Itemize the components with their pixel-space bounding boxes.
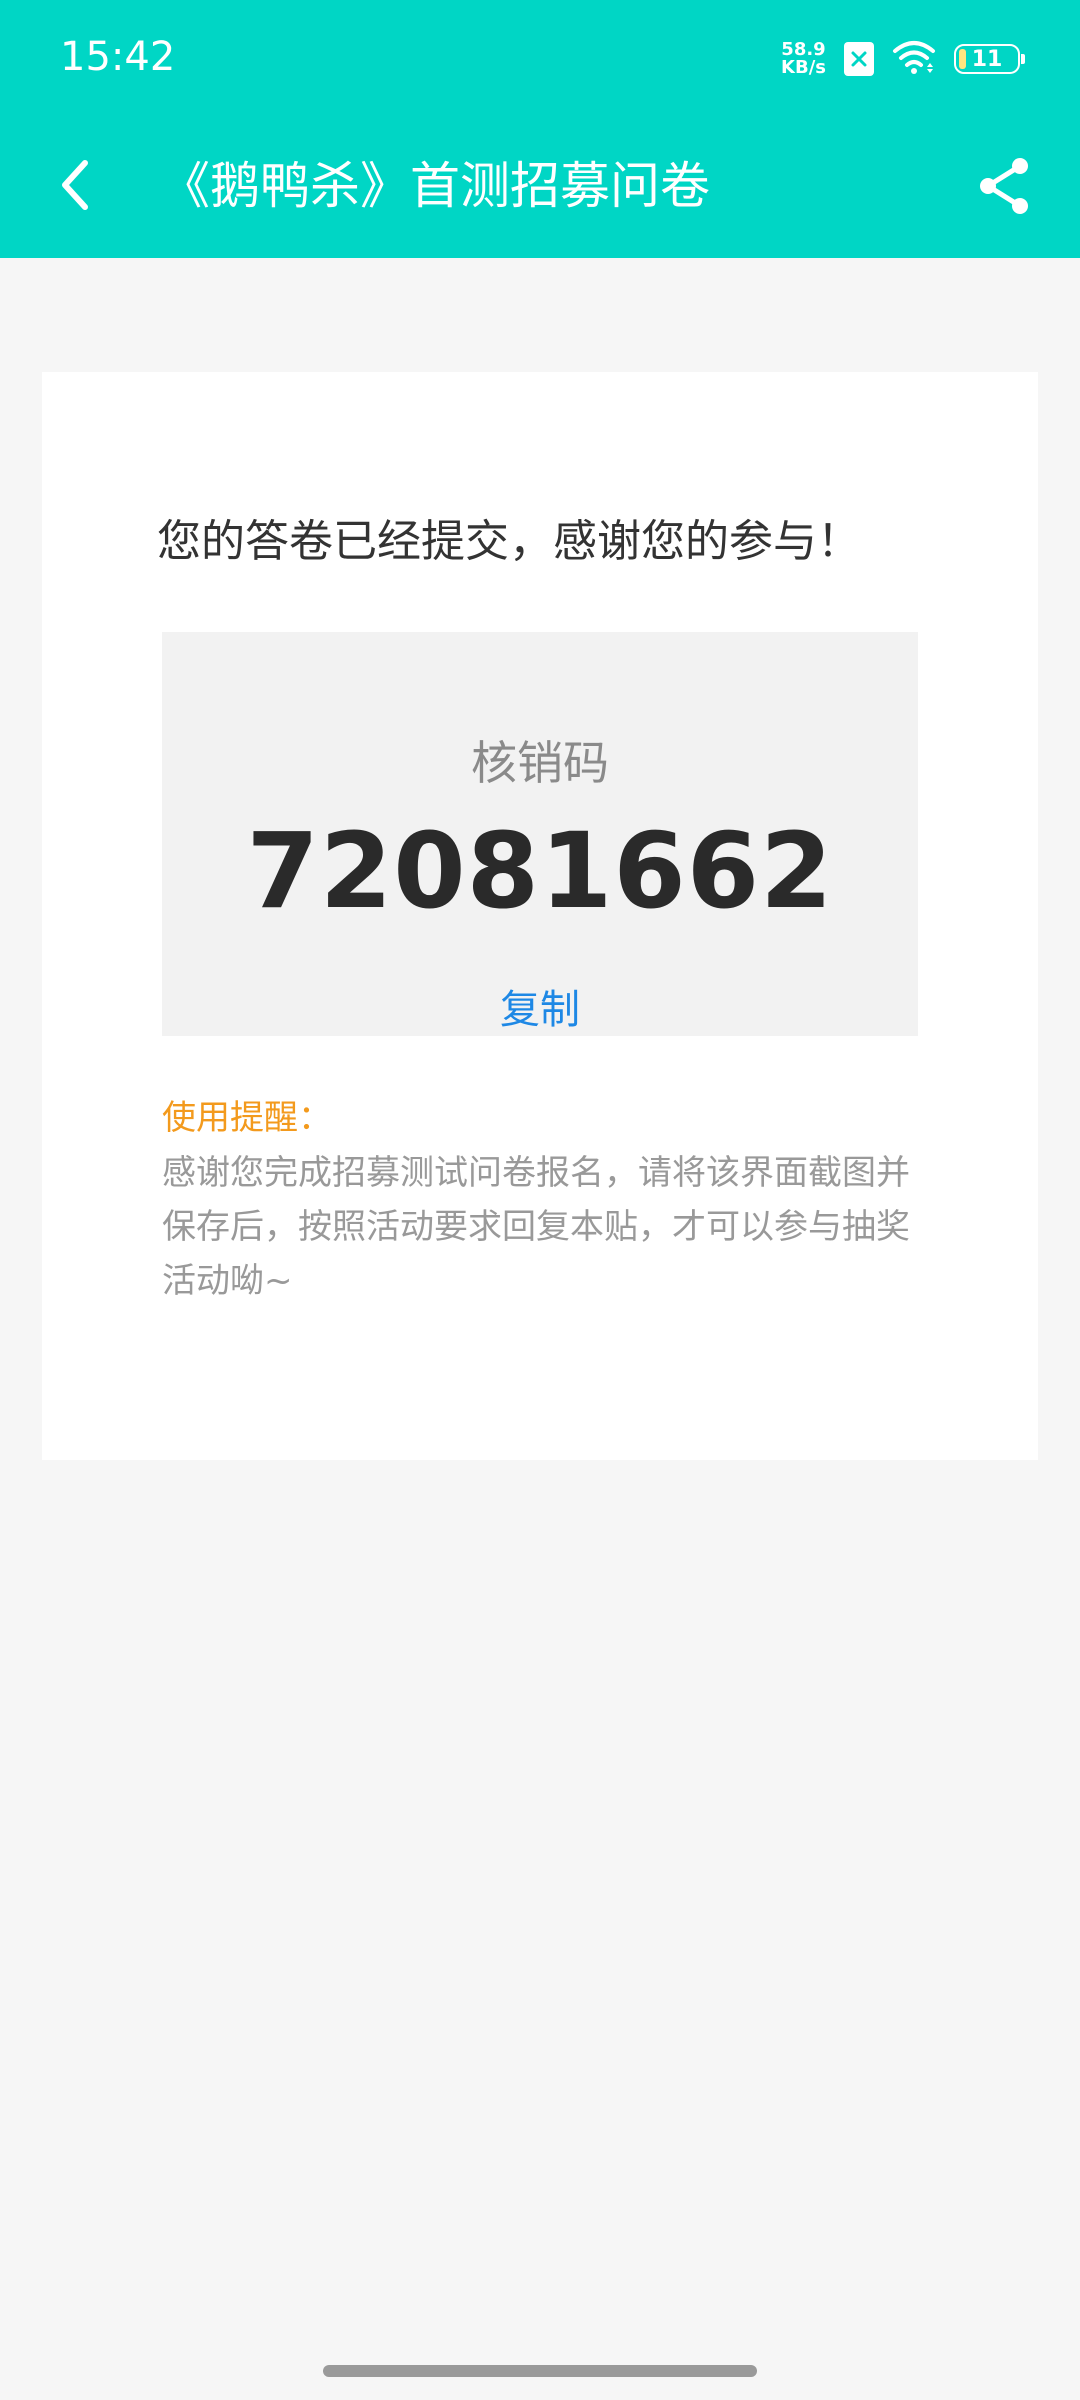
network-speed: 58.9 KB/s <box>781 41 826 77</box>
redeem-code-value[interactable]: 72081662 <box>162 810 918 932</box>
share-icon <box>980 158 1028 214</box>
notice-title: 使用提醒： <box>162 1098 332 1138</box>
share-button[interactable] <box>968 150 1040 222</box>
submission-thanks-text: 您的答卷已经提交，感谢您的参与！ <box>157 516 861 567</box>
redeem-code-label: 核销码 <box>471 736 609 790</box>
network-speed-unit: KB/s <box>781 57 826 78</box>
back-arrow-icon <box>62 160 88 210</box>
status-time: 15:42 <box>60 34 176 80</box>
result-card: 您的答卷已经提交，感谢您的参与！ 核销码 72081662 复制 使用提醒： 感… <box>42 372 1038 1460</box>
status-icons: 58.9 KB/s 11 <box>781 36 1025 82</box>
page-title: 《鹅鸭杀》首测招募问卷 <box>160 157 710 215</box>
back-button[interactable] <box>40 150 110 220</box>
notice-body: 感谢您完成招募测试问卷报名，请将该界面截图并保存后，按照活动要求回复本贴，才可以… <box>162 1153 910 1301</box>
app-header: 15:42 58.9 KB/s 11 《鹅鸭杀》首测招募问卷 <box>0 0 1080 258</box>
redeem-code-box: 核销码 72081662 复制 <box>162 632 918 1036</box>
battery-level: 11 <box>971 46 1003 72</box>
sim-disabled-icon <box>844 42 874 76</box>
battery-icon: 11 <box>954 44 1025 74</box>
home-indicator[interactable] <box>323 2365 757 2377</box>
copy-button[interactable]: 复制 <box>162 977 918 1035</box>
wifi-icon <box>892 39 936 79</box>
